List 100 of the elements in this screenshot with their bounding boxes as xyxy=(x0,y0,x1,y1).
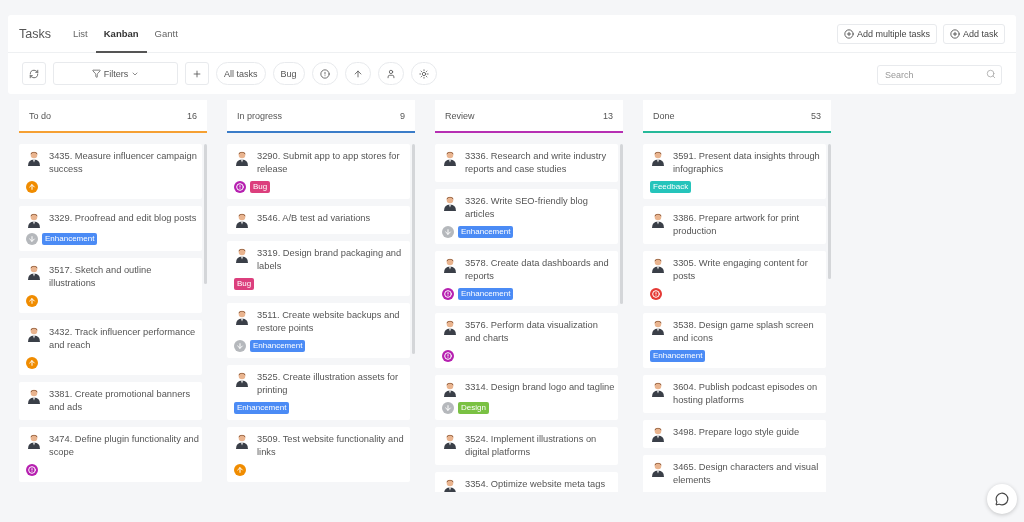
avatar-icon xyxy=(650,257,666,273)
task-title: 3474. Define plugin functionality and scope xyxy=(49,433,199,459)
avatar-icon xyxy=(650,319,666,335)
task-title: 3435. Measure influencer campaign success xyxy=(49,150,198,176)
task-title: 3498. Prepare logo style guide xyxy=(673,426,801,439)
task-title: 3354. Optimize website meta tags xyxy=(465,478,607,491)
avatar-icon xyxy=(442,319,458,335)
task-tag: Feedback xyxy=(650,181,692,193)
chat-icon xyxy=(995,492,1009,506)
sun-filter-button[interactable] xyxy=(410,62,437,85)
scrollbar[interactable] xyxy=(204,144,207,284)
avatar-icon xyxy=(26,326,42,342)
view-tab[interactable]: List xyxy=(64,14,96,53)
view-tab[interactable]: Kanban xyxy=(95,14,147,53)
filter-chip[interactable]: Bug xyxy=(272,62,305,85)
task-card[interactable]: 3591. Present data insights through infographics Feedback xyxy=(643,144,826,199)
column-count: 13 xyxy=(603,110,613,121)
column-count: 9 xyxy=(400,110,405,121)
task-title: 3329. Proofread and edit blog posts xyxy=(49,212,198,225)
task-title: 3326. Write SEO-friendly blog articles xyxy=(465,195,589,221)
arrow-up-filter-button[interactable] xyxy=(344,62,371,85)
task-title: 3578. Create data dashboards and reports xyxy=(465,257,610,283)
arrow-up-icon xyxy=(352,68,363,79)
task-card[interactable]: 3465. Design characters and visual elements xyxy=(643,455,826,492)
avatar-icon xyxy=(26,264,42,280)
task-title: 3591. Present data insights through infographics xyxy=(673,150,821,176)
task-card[interactable]: 3538. Design game splash screen and icons Enhancement xyxy=(643,313,826,368)
task-title: 3525. Create illustration assets for printing xyxy=(257,371,400,397)
task-card[interactable]: 3546. A/B test ad variations xyxy=(227,206,410,234)
task-card[interactable]: 3511. Create website backups and restore points Enhancement xyxy=(227,303,410,358)
avatar-icon xyxy=(234,212,250,228)
avatar-icon xyxy=(442,381,458,397)
avatar-icon xyxy=(650,426,666,442)
task-title: 3381. Create promotional banners and ads xyxy=(49,388,192,414)
plus-icon xyxy=(192,68,202,79)
filters-button[interactable]: Filters xyxy=(53,62,178,85)
task-card[interactable]: 3329. Proofread and edit blog posts Enhancement xyxy=(19,206,202,251)
column-title: Review xyxy=(445,110,475,121)
filter-icon xyxy=(91,69,101,78)
task-tag: Bug xyxy=(250,181,271,193)
plus-icon xyxy=(949,28,960,39)
task-title: 3314. Design brand logo and tagline xyxy=(465,381,615,394)
sun-icon xyxy=(418,68,429,79)
column-title: In progress xyxy=(237,110,283,121)
task-card[interactable]: 3381. Create promotional banners and ads xyxy=(19,382,202,420)
task-card[interactable]: 3474. Define plugin functionality and scope xyxy=(19,427,202,482)
avatar-icon xyxy=(234,247,250,263)
task-card[interactable]: 3576. Perform data visualization and charts xyxy=(435,313,618,368)
task-title: 3509. Test website functionality and links xyxy=(257,433,405,459)
scrollbar[interactable] xyxy=(620,144,623,304)
task-card[interactable]: 3354. Optimize website meta tags xyxy=(435,472,618,492)
task-card[interactable]: 3314. Design brand logo and tagline Design xyxy=(435,375,618,420)
page-title: Tasks xyxy=(19,26,51,41)
column-count: 53 xyxy=(811,110,821,121)
scrollbar[interactable] xyxy=(828,144,831,279)
refresh-button[interactable] xyxy=(22,62,46,85)
task-card[interactable]: 3305. Write engaging content for posts xyxy=(643,251,826,306)
task-title: 3511. Create website backups and restore points xyxy=(257,309,401,335)
column-title: Done xyxy=(653,110,675,121)
search-icon xyxy=(986,68,996,79)
task-card[interactable]: 3386. Prepare artwork for print production xyxy=(643,206,826,244)
task-tag: Enhancement xyxy=(458,226,514,238)
task-card[interactable]: 3435. Measure influencer campaign success xyxy=(19,144,202,199)
task-card[interactable]: 3524. Implement illustrations on digital platforms xyxy=(435,427,618,465)
view-tab[interactable]: Gantt xyxy=(146,14,186,53)
plus-icon xyxy=(843,28,854,39)
chat-button[interactable] xyxy=(987,484,1017,514)
avatar-icon xyxy=(442,195,458,211)
task-card[interactable]: 3498. Prepare logo style guide xyxy=(643,420,826,448)
add-button[interactable]: Add multiple tasks xyxy=(836,23,937,44)
task-card[interactable]: 3525. Create illustration assets for printing Enhancement xyxy=(227,365,410,420)
task-card[interactable]: 3336. Research and write industry reports and case studies xyxy=(435,144,618,182)
task-tag: Enhancement xyxy=(250,340,306,352)
task-tag: Bug xyxy=(234,278,255,290)
filter-chip[interactable]: All tasks xyxy=(216,62,266,85)
avatar-icon xyxy=(650,212,666,228)
avatar-icon xyxy=(234,150,250,166)
add-button[interactable]: Add task xyxy=(942,23,1005,44)
task-card[interactable]: 3326. Write SEO-friendly blog articles Enhancement xyxy=(435,189,618,244)
column-title: To do xyxy=(29,110,52,121)
task-title: 3305. Write engaging content for posts xyxy=(673,257,809,283)
task-card[interactable]: 3578. Create data dashboards and reports Enhancement xyxy=(435,251,618,306)
task-card[interactable]: 3319. Design brand packaging and labels Bug xyxy=(227,241,410,296)
task-card[interactable]: 3432. Track influencer performance and reach xyxy=(19,320,202,375)
task-card[interactable]: 3604. Publish podcast episodes on hosting platforms xyxy=(643,375,826,413)
task-title: 3524. Implement illustrations on digital platforms xyxy=(465,433,598,459)
task-card[interactable]: 3517. Sketch and outline illustrations xyxy=(19,258,202,313)
task-card[interactable]: 3509. Test website functionality and links xyxy=(227,427,410,482)
task-title: 3517. Sketch and outline illustrations xyxy=(49,264,153,290)
search-field[interactable]: Search xyxy=(877,64,1002,85)
add-filter-button[interactable] xyxy=(185,62,209,85)
avatar-icon xyxy=(442,150,458,166)
user-filter-button[interactable] xyxy=(377,62,404,85)
priority-filter-button[interactable] xyxy=(311,62,338,85)
avatar-icon xyxy=(26,388,42,404)
scrollbar[interactable] xyxy=(412,144,415,354)
task-title: 3336. Research and write industry reports and case studies xyxy=(465,150,608,176)
task-title: 3546. A/B test ad variations xyxy=(257,212,372,225)
avatar-icon xyxy=(442,257,458,273)
task-card[interactable]: 3290. Submit app to app stores for release Bug xyxy=(227,144,410,199)
